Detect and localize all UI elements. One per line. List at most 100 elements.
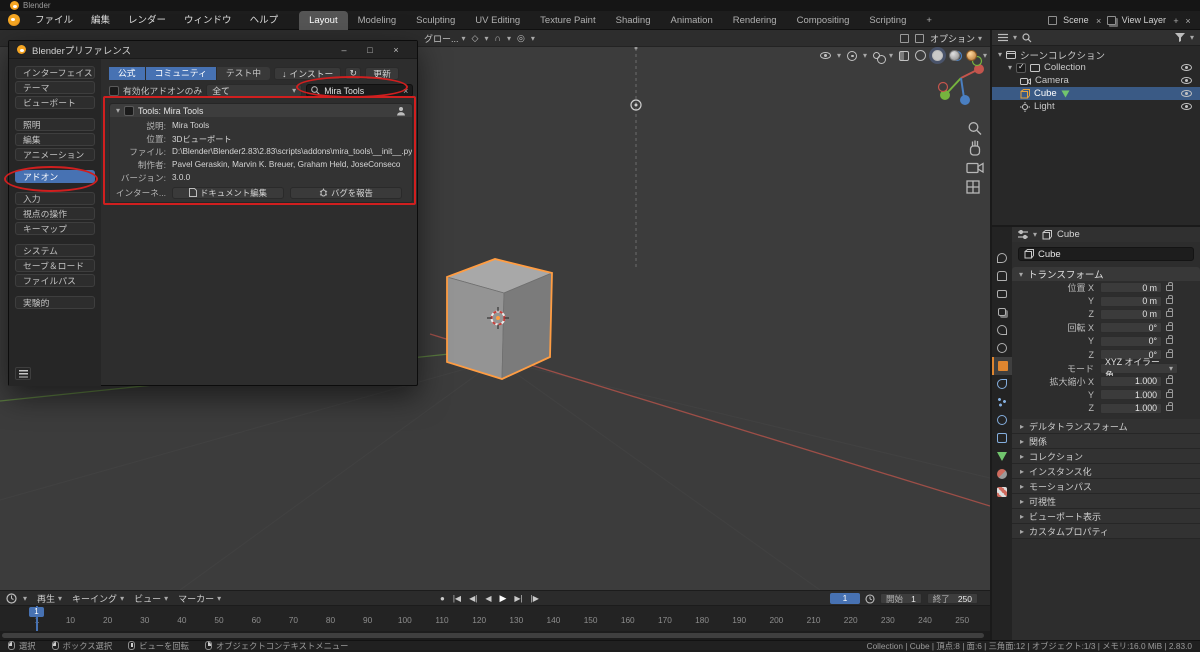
unlink-scene-icon[interactable] [1095,16,1103,25]
outliner-row-cube[interactable]: Cube [992,87,1200,100]
clear-search-icon[interactable]: × [403,86,408,96]
new-view-layer-icon[interactable] [1172,16,1180,25]
lock-icon[interactable] [1166,375,1173,385]
workspace-tab[interactable]: + [916,11,942,30]
frame-end-field[interactable]: 終了 250 [926,593,978,604]
refresh-addons-button[interactable]: ↻ [345,67,362,80]
expand-icon[interactable]: ▾ [116,106,120,115]
preferences-sidebar-item[interactable]: ファイルパス [15,274,95,287]
blender-menu-icon[interactable] [8,14,20,26]
transport-button[interactable]: ▶| [514,594,522,603]
addon-category-dropdown[interactable]: 全て ▾ [206,84,303,97]
enabled-only-checkbox[interactable] [109,85,119,96]
outliner-row-light[interactable]: Light [992,100,1200,113]
value-field[interactable]: 0 m ▾ [1100,308,1162,320]
properties-tab-tool[interactable] [992,249,1012,267]
preferences-sidebar-item[interactable]: キーマップ [15,222,95,235]
workspace-tab[interactable]: Animation [660,11,722,30]
properties-editor-icon[interactable] [1018,230,1028,239]
properties-tab-object[interactable] [992,357,1012,375]
expand-icon[interactable]: ▾ [998,50,1002,59]
move-view-hand-icon[interactable] [969,140,981,156]
outliner-row-scene-collection[interactable]: ▾ シーンコレクション [992,48,1200,62]
visibility-eye-icon[interactable] [1181,77,1192,84]
report-bug-button[interactable]: バグを報告 [290,186,402,199]
lock-icon[interactable] [1166,402,1173,412]
preferences-sidebar-item[interactable]: 編集 [15,133,95,146]
properties-section[interactable]: ▸ モーションパス [1012,479,1200,494]
properties-tab-view-layer[interactable] [992,303,1012,321]
collection-visibility-icon[interactable] [899,33,909,43]
close-button[interactable]: × [383,45,409,55]
timeline-menu[interactable]: キーイング ▾ [72,592,124,605]
properties-section[interactable]: ▸ ビューポート表示 [1012,509,1200,524]
collection-checkbox[interactable] [1016,62,1027,73]
documentation-button[interactable]: ドキュメント編集 [172,186,284,199]
workspace-tab[interactable]: Texture Paint [530,11,605,30]
preferences-sidebar-item[interactable]: インターフェイス [15,66,95,79]
minimize-button[interactable]: – [331,45,357,55]
transport-button[interactable]: ▶ [499,593,506,604]
maximize-button[interactable]: □ [357,45,383,55]
properties-tab-render[interactable] [992,267,1012,285]
lock-icon[interactable] [1166,388,1173,398]
properties-tab-scene[interactable] [992,321,1012,339]
timeline-menu[interactable]: ビュー ▾ [134,592,168,605]
workspace-tab[interactable]: Modeling [348,11,407,30]
filter-icon[interactable] [1174,33,1185,42]
visibility-eye-icon[interactable] [1181,103,1192,110]
show-hide-icon[interactable] [820,52,831,59]
zoom-icon[interactable] [968,122,982,135]
value-field[interactable]: 1.000 ▾ [1100,402,1162,414]
topbar-menu-item[interactable]: レンダー [119,11,175,30]
lock-icon[interactable] [1166,308,1173,318]
value-field[interactable]: 0° ▾ [1100,322,1162,334]
preferences-sidebar-item[interactable]: 入力 [15,192,95,205]
timeline-menu[interactable]: マーカー ▾ [178,592,221,605]
lock-icon[interactable] [1166,281,1173,291]
viewport-display-icon[interactable] [914,33,924,43]
shading-solid-icon[interactable] [932,50,944,61]
preferences-sidebar-item[interactable]: システム [15,244,95,257]
topbar-menu-item[interactable]: 編集 [82,11,119,30]
xray-toggle-icon[interactable] [899,50,910,61]
timeline-editor-icon[interactable] [6,592,17,604]
toggle-ortho-icon[interactable] [966,180,980,194]
workspace-tab[interactable]: Shading [606,11,661,30]
addon-search-input[interactable]: Mira Tools × [306,84,414,97]
addon-panel-header[interactable]: ▾ Tools: Mira Tools [110,104,413,117]
preferences-sidebar-item[interactable]: アニメーション [15,148,95,161]
properties-section[interactable]: ▸ インスタンス化 [1012,464,1200,479]
transform-panel-header[interactable]: ▾ トランスフォーム [1012,267,1200,281]
transport-button[interactable]: ● [440,594,445,603]
properties-section[interactable]: ▸ カスタムプロパティ [1012,524,1200,539]
value-field[interactable]: 1.000 ▾ [1100,375,1162,387]
preferences-titlebar[interactable]: Blenderプリファレンス – □ × [9,41,417,59]
lock-icon[interactable] [1166,321,1173,331]
workspace-tab[interactable]: Layout [299,10,348,30]
expand-icon[interactable]: ▾ [1008,63,1012,72]
preferences-sidebar-item[interactable]: テーマ [15,81,95,94]
lock-icon[interactable] [1166,348,1173,358]
view-layer-selector[interactable]: View Layer [1120,15,1168,25]
transport-button[interactable]: ◀| [469,594,477,603]
timeline-ruler[interactable]: 1102030405060708090100110120130140150160… [0,605,990,631]
addon-support-tab[interactable]: コミュニティ [145,67,217,80]
visibility-eye-icon[interactable] [1181,64,1192,71]
properties-section[interactable]: ▸ デルタトランスフォーム [1012,419,1200,434]
properties-tab-output[interactable] [992,285,1012,303]
lock-icon[interactable] [1166,335,1173,345]
properties-tab-constraints[interactable] [992,429,1012,447]
light-object[interactable] [630,47,642,268]
menu-icon[interactable] [15,367,31,380]
transport-button[interactable]: |◀ [453,594,461,603]
properties-tab-texture[interactable] [992,483,1012,501]
properties-section[interactable]: ▸ 関係 [1012,434,1200,449]
options-dropdown[interactable]: オプション ▾ [930,32,982,45]
cube-object[interactable] [445,258,554,380]
workspace-tab[interactable]: Compositing [787,11,860,30]
search-icon[interactable] [1022,32,1032,43]
addon-support-tab[interactable]: 公式 [109,67,146,80]
workspace-tab[interactable]: Rendering [723,11,787,30]
current-frame-field[interactable]: 1 [830,593,861,604]
